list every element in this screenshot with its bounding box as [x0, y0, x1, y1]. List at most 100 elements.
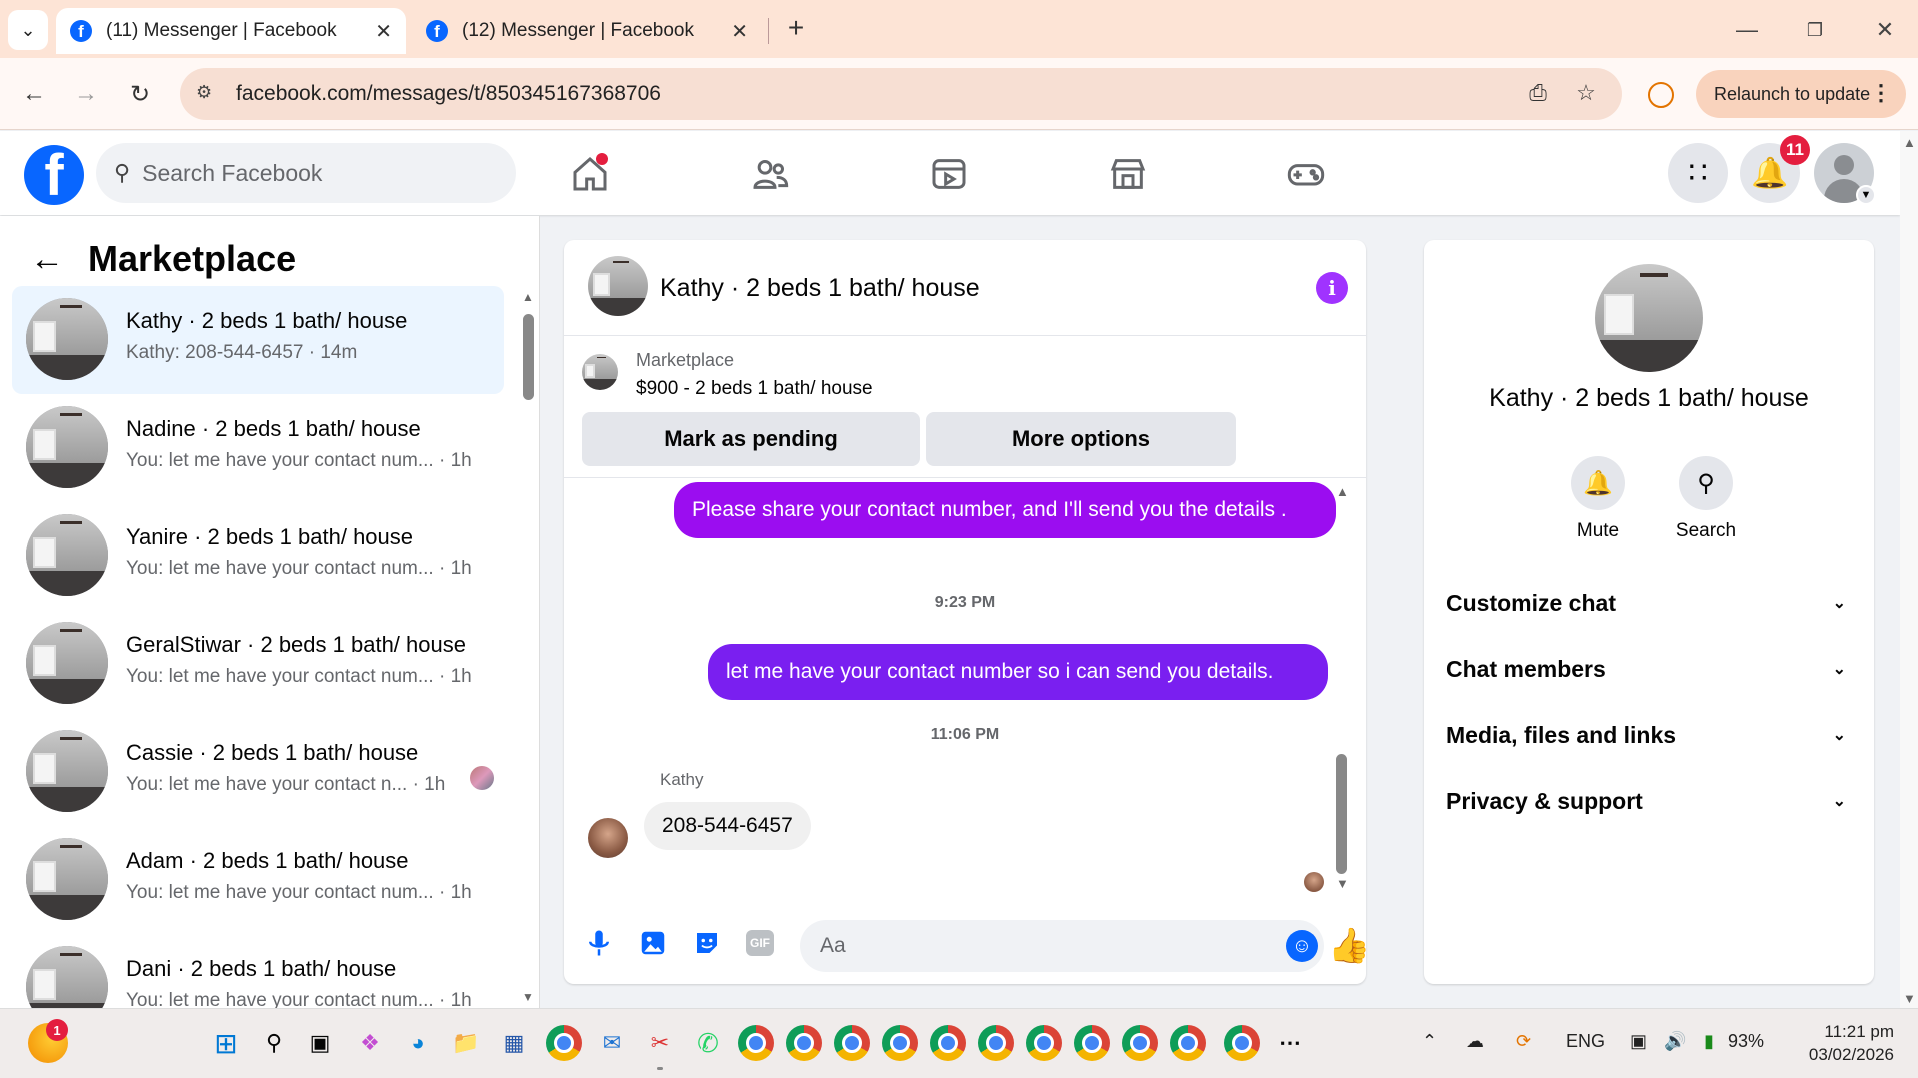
show-hidden-icons-icon[interactable]: ⌃ [1422, 1031, 1437, 1052]
chat-list-item[interactable]: Kathy · 2 beds 1 bath/ house Kathy: 208-… [12, 286, 504, 394]
store-icon[interactable]: ▦ [496, 1025, 532, 1061]
listing-thumbnail[interactable] [588, 256, 648, 316]
thumbs-up-icon[interactable]: 👍 [1328, 926, 1366, 966]
info-icon[interactable]: i [1316, 272, 1348, 304]
back-arrow-icon[interactable]: ← [30, 240, 64, 279]
incoming-message[interactable]: 208-544-6457 [644, 802, 811, 850]
mute-button[interactable]: 🔔 Mute [1558, 456, 1638, 542]
system-clock[interactable]: 11:21 pm 03/02/2026 [1784, 1021, 1894, 1067]
copilot-icon[interactable]: ❖ [352, 1025, 388, 1061]
menu-button[interactable]: ∷ [1668, 143, 1728, 203]
page-scrollbar[interactable]: ▲ ▼ [1900, 131, 1918, 1008]
chat-list-item[interactable]: Dani · 2 beds 1 bath/ house You: let me … [12, 934, 504, 1008]
conversation-title[interactable]: Kathy · 2 beds 1 bath/ house [660, 274, 980, 303]
chrome-profile-window-icon[interactable] [1026, 1025, 1062, 1061]
chrome-profile-window-icon[interactable] [1170, 1025, 1206, 1061]
chat-list-item[interactable]: Yanire · 2 beds 1 bath/ house You: let m… [12, 502, 504, 610]
kebab-menu-icon[interactable]: ⋮ [1870, 80, 1892, 106]
site-settings-icon[interactable]: ⚙ [196, 82, 220, 106]
back-button[interactable]: ← [14, 74, 54, 114]
privacy-support-section[interactable]: Privacy & support ⌄ [1446, 776, 1846, 826]
close-tab-icon[interactable]: ✕ [375, 19, 392, 44]
file-explorer-icon[interactable]: 📁 [448, 1025, 484, 1061]
chat-list-scrollbar[interactable] [523, 314, 534, 400]
url-text[interactable]: facebook.com/messages/t/850345167368706 [236, 82, 661, 106]
chrome-profile-window-icon[interactable] [882, 1025, 918, 1061]
chrome-profile-window-icon[interactable] [738, 1025, 774, 1061]
search-icon[interactable]: ⚲ [256, 1025, 292, 1061]
customize-chat-section[interactable]: Customize chat ⌄ [1446, 578, 1846, 628]
tab-messenger-inactive[interactable]: f (12) Messenger | Facebook ✕ [412, 8, 762, 54]
chevron-down-icon[interactable]: ▼ [1856, 185, 1876, 205]
chrome-profile-window-icon[interactable] [930, 1025, 966, 1061]
sticker-icon[interactable] [690, 926, 724, 960]
volume-icon[interactable]: 🔊 [1664, 1031, 1686, 1052]
listing-title[interactable]: $900 - 2 beds 1 bath/ house [636, 378, 873, 400]
reload-button[interactable]: ↻ [120, 74, 160, 114]
task-view-icon[interactable]: ▣ [302, 1025, 338, 1061]
chrome-profile-window-icon[interactable] [1122, 1025, 1158, 1061]
scroll-down-arrow-icon[interactable]: ▼ [1336, 876, 1349, 891]
chat-list-item[interactable]: Adam · 2 beds 1 bath/ house You: let me … [12, 826, 504, 934]
marketplace-tab[interactable] [1098, 149, 1158, 199]
gaming-tab[interactable] [1276, 149, 1336, 199]
thread-scrollbar[interactable] [1336, 754, 1347, 874]
facebook-search-input[interactable]: ⚲ Search Facebook [96, 143, 516, 203]
outgoing-message[interactable]: let me have your contact number so i can… [708, 644, 1328, 701]
minimize-button[interactable]: — [1722, 10, 1772, 50]
search-in-conversation-button[interactable]: ⚲ Search [1666, 456, 1746, 542]
relaunch-button[interactable]: Relaunch to update ⋮ [1696, 70, 1906, 118]
tab-messenger-active[interactable]: f (11) Messenger | Facebook ✕ [56, 8, 406, 54]
chrome-icon[interactable] [546, 1025, 582, 1061]
chat-members-section[interactable]: Chat members ⌄ [1446, 644, 1846, 694]
whatsapp-icon[interactable]: ✆ [690, 1025, 726, 1061]
chat-list-item[interactable]: GeralStiwar · 2 beds 1 bath/ house You: … [12, 610, 504, 718]
microphone-icon[interactable] [582, 926, 616, 960]
emoji-icon[interactable]: ☺ [1286, 930, 1318, 962]
more-options-button[interactable]: More options [926, 412, 1236, 466]
outgoing-message[interactable]: Please share your contact number, and I'… [674, 482, 1336, 539]
snipping-tool-icon[interactable]: ✂ [642, 1025, 678, 1061]
facebook-logo-icon[interactable]: f [24, 145, 84, 205]
scroll-up-arrow-icon[interactable]: ▲ [1336, 484, 1349, 499]
network-icon[interactable]: ▣ [1630, 1031, 1647, 1052]
language-indicator[interactable]: ENG [1566, 1031, 1605, 1052]
friends-tab[interactable] [740, 149, 800, 199]
chrome-profile-window-icon[interactable] [978, 1025, 1014, 1061]
message-input[interactable]: Aa [800, 920, 1324, 972]
more-apps-icon[interactable]: ⋯ [1272, 1025, 1308, 1061]
scroll-up-arrow-icon[interactable]: ▲ [1903, 135, 1916, 150]
chrome-profile-window-icon[interactable] [1074, 1025, 1110, 1061]
close-window-button[interactable]: ✕ [1860, 10, 1910, 50]
media-files-links-section[interactable]: Media, files and links ⌄ [1446, 710, 1846, 760]
photo-icon[interactable] [636, 926, 670, 960]
chrome-profile-window-icon[interactable] [1224, 1025, 1260, 1061]
edge-icon[interactable]: ◕ [400, 1025, 436, 1061]
gif-icon[interactable]: GIF [746, 930, 774, 956]
install-app-icon[interactable]: ⎙ [1524, 80, 1552, 108]
sync-icon[interactable]: ⟳ [1516, 1031, 1531, 1052]
outlook-icon[interactable]: ✉ [594, 1025, 630, 1061]
chat-list-item[interactable]: Nadine · 2 beds 1 bath/ house You: let m… [12, 394, 504, 502]
chat-list-item[interactable]: Cassie · 2 beds 1 bath/ house You: let m… [12, 718, 504, 826]
scroll-down-arrow-icon[interactable]: ▼ [1903, 991, 1916, 1006]
restore-button[interactable]: ❐ [1790, 10, 1840, 50]
scroll-down-arrow-icon[interactable]: ▼ [522, 990, 534, 1004]
battery-icon[interactable]: ▮ [1704, 1031, 1714, 1052]
video-tab[interactable] [919, 149, 979, 199]
new-tab-button[interactable]: + [778, 10, 814, 46]
chrome-profile-window-icon[interactable] [834, 1025, 870, 1061]
close-tab-icon[interactable]: ✕ [731, 19, 748, 44]
sender-avatar[interactable] [588, 818, 628, 858]
onedrive-icon[interactable]: ☁ [1466, 1031, 1484, 1052]
home-tab[interactable] [560, 149, 620, 199]
forward-button[interactable]: → [66, 74, 106, 114]
tab-search-dropdown[interactable]: ⌄ [8, 10, 48, 50]
bookmark-star-icon[interactable]: ☆ [1572, 80, 1600, 108]
mark-as-pending-button[interactable]: Mark as pending [582, 412, 920, 466]
address-bar[interactable]: ⚙ facebook.com/messages/t/85034516736870… [180, 68, 1622, 120]
windows-start-icon[interactable]: ⊞ [208, 1025, 244, 1061]
scroll-up-arrow-icon[interactable]: ▲ [522, 290, 534, 304]
chrome-profile-icon[interactable] [1648, 82, 1674, 108]
chrome-profile-window-icon[interactable] [786, 1025, 822, 1061]
